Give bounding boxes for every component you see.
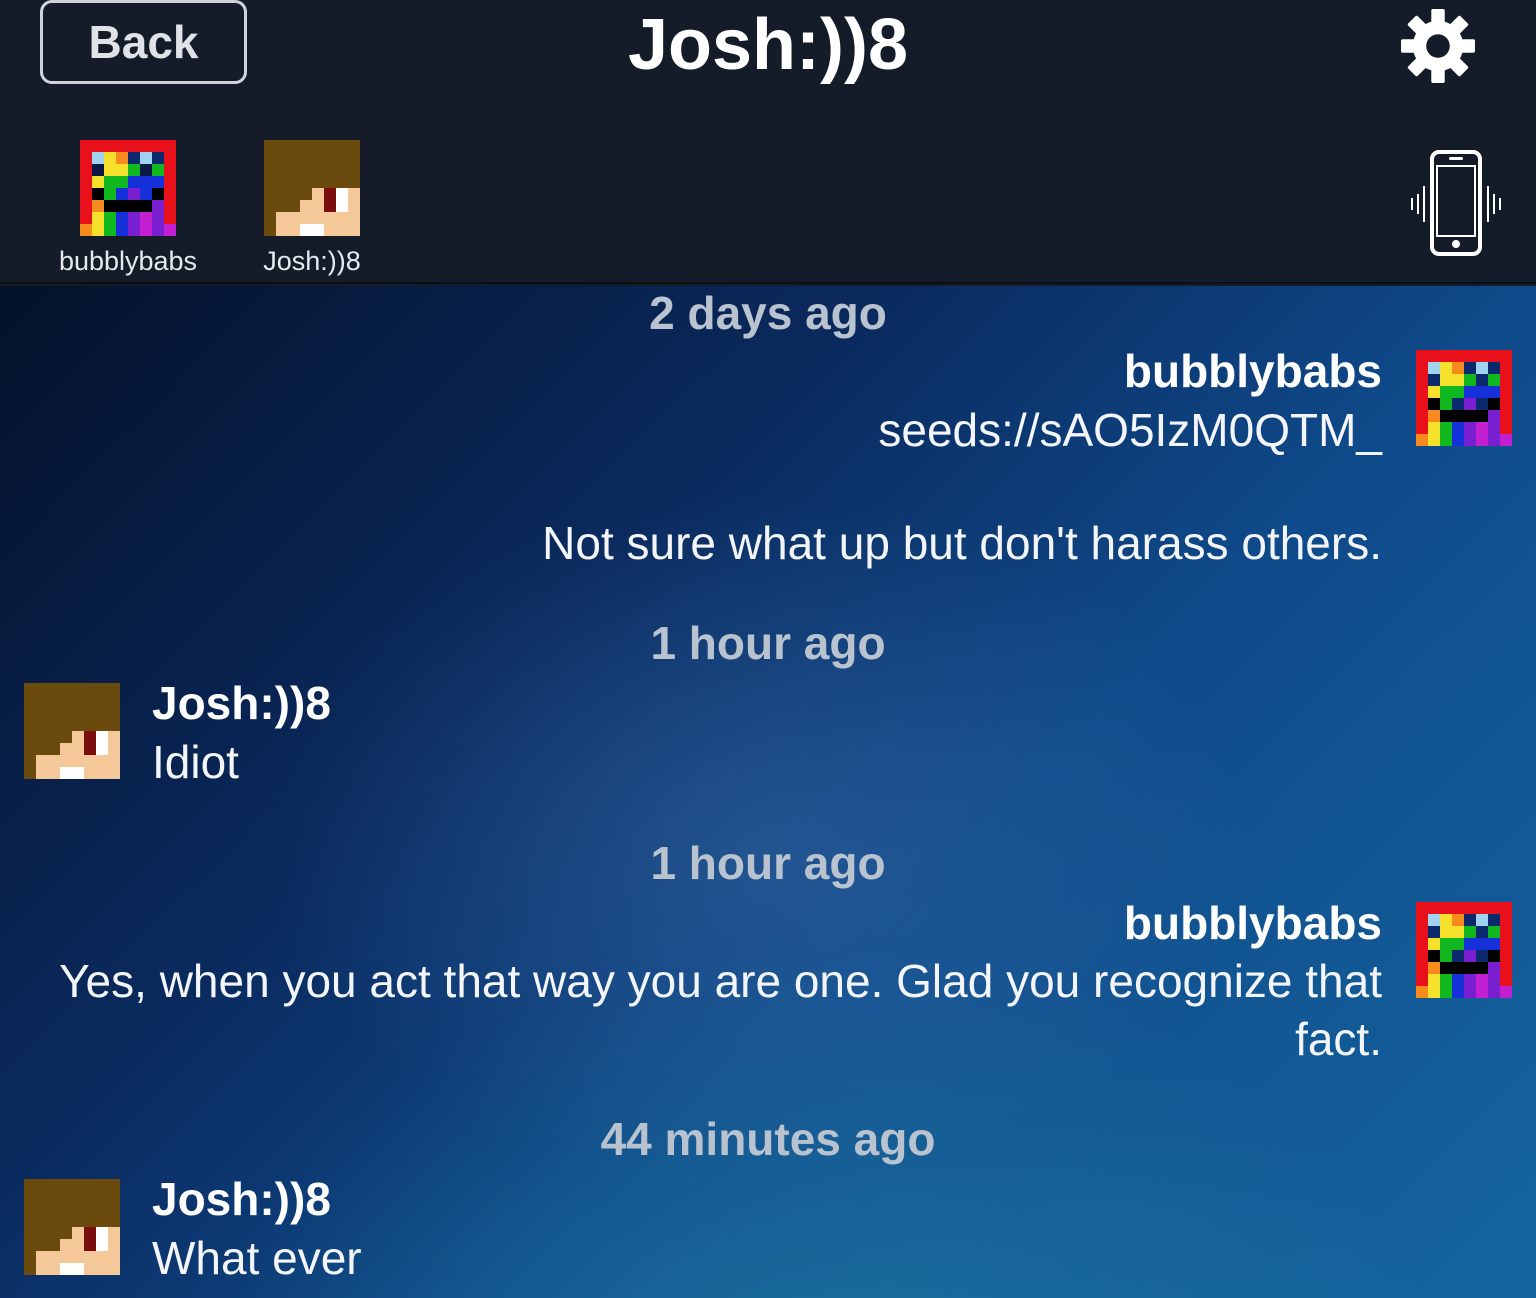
message-text: Yes, when you act that way you are one. … bbox=[59, 955, 1382, 1007]
phone-vibrate-icon[interactable] bbox=[1408, 148, 1504, 258]
participant-name: bubblybabs bbox=[58, 246, 198, 276]
message-timestamp: 1 hour ago bbox=[650, 837, 886, 889]
message-sender: bubblybabs bbox=[1123, 345, 1382, 397]
message-text: Not sure what up but don't harass others… bbox=[542, 517, 1382, 569]
rainbow-pixel-avatar bbox=[80, 140, 176, 236]
rainbow-pixel-avatar bbox=[1416, 902, 1512, 998]
message-timestamp: 2 days ago bbox=[649, 287, 887, 339]
message-sender: Josh:))8 bbox=[152, 1173, 331, 1225]
gear-icon[interactable] bbox=[1392, 4, 1484, 88]
message-timestamp: 1 hour ago bbox=[650, 617, 886, 669]
message-text: Idiot bbox=[152, 736, 239, 788]
message-sender: Josh:))8 bbox=[152, 677, 331, 729]
message-text: seeds://sAO5IzM0QTM_ bbox=[878, 404, 1382, 456]
brown-hair-pixel-avatar bbox=[264, 140, 360, 236]
participant-name: Josh:))8 bbox=[263, 246, 361, 276]
message-text: fact. bbox=[1295, 1013, 1382, 1065]
back-button[interactable]: Back bbox=[40, 0, 247, 84]
message-text: What ever bbox=[152, 1232, 362, 1284]
brown-hair-pixel-avatar bbox=[24, 683, 120, 779]
message-timestamp: 44 minutes ago bbox=[600, 1113, 936, 1165]
chat-header: Back Josh:))8 bubblybabs Josh:))8 bbox=[0, 0, 1536, 284]
rainbow-pixel-avatar bbox=[1416, 350, 1512, 446]
participant-bubblybabs[interactable]: bubblybabs bbox=[48, 140, 208, 280]
participant-josh[interactable]: Josh:))8 bbox=[232, 140, 392, 280]
message-sender: bubblybabs bbox=[1123, 897, 1382, 949]
brown-hair-pixel-avatar bbox=[24, 1179, 120, 1275]
message-list[interactable]: 2 days ago bubblybabs seeds://sAO5IzM0QT… bbox=[0, 286, 1536, 1298]
